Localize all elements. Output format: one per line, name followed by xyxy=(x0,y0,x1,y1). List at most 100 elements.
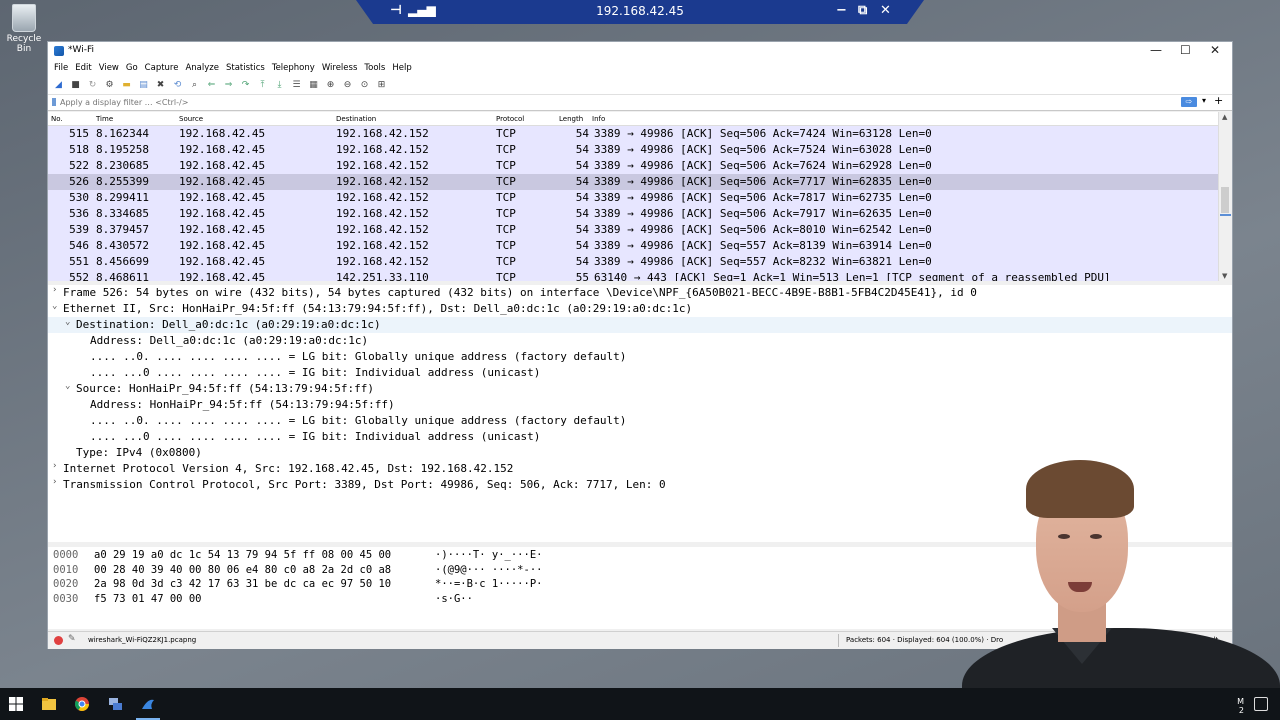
menu-item[interactable]: Telephony xyxy=(272,63,315,73)
packet-row[interactable]: 546 8.430572 192.168.42.45 192.168.42.152 TC… xyxy=(48,238,1232,254)
apply-filter-arrow-icon[interactable]: ⇨ xyxy=(1181,97,1197,107)
packet-cell-time: 8.379457 xyxy=(96,223,149,236)
detail-tree-label: Address: Dell_a0:dc:1c (a0:29:19:a0:dc:1… xyxy=(90,334,369,347)
file-explorer-icon[interactable] xyxy=(33,688,65,720)
hex-bytes: f5 73 01 47 00 00 xyxy=(94,592,202,605)
detail-tree-item[interactable]: .... ..0. .... .... .... .... = LG bit: … xyxy=(48,413,1232,429)
system-tray-clock[interactable]: M 2 xyxy=(1237,697,1244,715)
zoom-in-icon[interactable]: ⊕ xyxy=(325,80,337,91)
column-header-destination[interactable]: Destination xyxy=(336,115,376,123)
column-header-info[interactable]: Info xyxy=(592,115,605,123)
packet-list-scrollbar[interactable]: ▲ ▼ xyxy=(1218,112,1232,281)
open-file-icon[interactable]: ▬ xyxy=(121,80,133,91)
rdp-close-button[interactable]: ✕ xyxy=(880,3,891,18)
packet-cell-dst: 192.168.42.152 xyxy=(336,239,429,252)
packet-row[interactable]: 522 8.230685 192.168.42.45 192.168.42.152 TC… xyxy=(48,158,1232,174)
collapse-arrow-icon[interactable]: ⌄ xyxy=(65,381,70,391)
packet-row[interactable]: 518 8.195258 192.168.42.45 192.168.42.152 TC… xyxy=(48,142,1232,158)
menu-item[interactable]: Capture xyxy=(145,63,179,73)
rdp-restore-button[interactable]: ⧉ xyxy=(858,3,867,18)
detail-tree-item[interactable]: ⌄ Ethernet II, Src: HonHaiPr_94:5f:ff (54… xyxy=(48,301,1232,317)
packet-cell-proto: TCP xyxy=(496,159,516,172)
save-file-icon[interactable]: ▤ xyxy=(138,80,150,91)
detail-tree-item[interactable]: ⌄ Destination: Dell_a0:dc:1c (a0:29:19:a0… xyxy=(48,317,1232,333)
packet-cell-src: 192.168.42.45 xyxy=(179,271,266,281)
detail-tree-item[interactable]: Address: HonHaiPr_94:5f:ff (54:13:79:94:… xyxy=(48,397,1232,413)
display-filter-input[interactable] xyxy=(60,96,1182,108)
detail-tree-item[interactable]: › Frame 526: 54 bytes on wire (432 bits),… xyxy=(48,285,1232,301)
zoom-out-icon[interactable]: ⊖ xyxy=(342,80,354,91)
column-header-no[interactable]: No. xyxy=(51,115,63,123)
scroll-up-icon[interactable]: ▲ xyxy=(1222,113,1227,121)
expand-arrow-icon[interactable]: › xyxy=(52,477,57,487)
close-button[interactable]: ✕ xyxy=(1210,43,1220,57)
menu-item[interactable]: View xyxy=(99,63,119,73)
notification-icon[interactable] xyxy=(1254,697,1268,711)
packet-row[interactable]: 530 8.299411 192.168.42.45 192.168.42.152 TC… xyxy=(48,190,1232,206)
capture-options-icon[interactable]: ⚙ xyxy=(104,80,116,91)
menu-item[interactable]: Tools xyxy=(364,63,385,73)
wireshark-icon[interactable] xyxy=(132,688,164,720)
scroll-thumb[interactable] xyxy=(1221,187,1229,213)
column-header-source[interactable]: Source xyxy=(179,115,203,123)
autoscroll-icon[interactable]: ☰ xyxy=(291,80,303,91)
chrome-icon[interactable] xyxy=(66,688,98,720)
colorize-icon[interactable]: ▦ xyxy=(308,80,320,91)
packet-cell-info: 3389 → 49986 [ACK] Seq=506 Ack=7424 Win=… xyxy=(594,127,932,140)
menu-item[interactable]: Go xyxy=(126,63,138,73)
rdp-minimize-button[interactable]: − xyxy=(836,3,847,18)
maximize-button[interactable]: ☐ xyxy=(1180,43,1191,57)
go-forward-icon[interactable]: ⇒ xyxy=(223,80,235,91)
column-header-length[interactable]: Length xyxy=(559,115,583,123)
recycle-bin[interactable]: Recycle Bin xyxy=(2,4,46,54)
go-back-icon[interactable]: ⇐ xyxy=(206,80,218,91)
restart-capture-icon[interactable]: ↻ xyxy=(87,80,99,91)
detail-tree-item[interactable]: .... ...0 .... .... .... .... = IG bit: … xyxy=(48,365,1232,381)
menu-item[interactable]: Edit xyxy=(75,63,91,73)
go-to-packet-icon[interactable]: ↷ xyxy=(240,80,252,91)
close-file-icon[interactable]: ✖ xyxy=(155,80,167,91)
first-packet-icon[interactable]: ⤒ xyxy=(257,80,269,91)
column-header-protocol[interactable]: Protocol xyxy=(496,115,524,123)
normal-size-icon[interactable]: ⊙ xyxy=(359,80,371,91)
stop-capture-icon[interactable]: ■ xyxy=(70,80,82,91)
packet-cell-no: 552 xyxy=(69,271,89,281)
packet-row[interactable]: 515 8.162344 192.168.42.45 192.168.42.152 TC… xyxy=(48,126,1232,142)
expand-arrow-icon[interactable]: › xyxy=(52,285,57,295)
bookmark-icon[interactable] xyxy=(52,98,56,106)
windows-start-icon[interactable] xyxy=(0,688,32,720)
start-capture-icon[interactable]: ◢ xyxy=(53,80,65,91)
packet-row[interactable]: 539 8.379457 192.168.42.45 192.168.42.152 TC… xyxy=(48,222,1232,238)
menu-item[interactable]: Statistics xyxy=(226,63,265,73)
detail-tree-item[interactable]: .... ..0. .... .... .... .... = LG bit: … xyxy=(48,349,1232,365)
menu-item[interactable]: Help xyxy=(392,63,411,73)
detail-tree-item[interactable]: .... ...0 .... .... .... .... = IG bit: … xyxy=(48,429,1232,445)
add-filter-button-icon[interactable]: + xyxy=(1214,94,1223,107)
packet-cell-info: 3389 → 49986 [ACK] Seq=506 Ack=7817 Win=… xyxy=(594,191,932,204)
edit-comment-icon[interactable]: ✎ xyxy=(68,634,76,644)
menu-item[interactable]: File xyxy=(54,63,68,73)
menu-item[interactable]: Analyze xyxy=(185,63,219,73)
detail-tree-item[interactable]: ⌄ Source: HonHaiPr_94:5f:ff (54:13:79:94:… xyxy=(48,381,1232,397)
minimize-button[interactable]: — xyxy=(1150,43,1162,57)
packet-row[interactable]: 526 8.255399 192.168.42.45 192.168.42.152 TC… xyxy=(48,174,1232,190)
column-header-time[interactable]: Time xyxy=(96,115,113,123)
packet-cell-time: 8.468611 xyxy=(96,271,149,281)
expert-info-icon[interactable] xyxy=(54,636,63,645)
remote-desktop-icon[interactable] xyxy=(99,688,131,720)
collapse-arrow-icon[interactable]: ⌄ xyxy=(65,317,70,327)
reload-file-icon[interactable]: ⟲ xyxy=(172,80,184,91)
resize-columns-icon[interactable]: ⊞ xyxy=(376,80,388,91)
packet-row[interactable]: 536 8.334685 192.168.42.45 192.168.42.152 TC… xyxy=(48,206,1232,222)
collapse-arrow-icon[interactable]: ⌄ xyxy=(52,301,57,311)
packet-row[interactable]: 551 8.456699 192.168.42.45 192.168.42.152 TC… xyxy=(48,254,1232,270)
menu-item[interactable]: Wireless xyxy=(322,63,358,73)
scroll-down-icon[interactable]: ▼ xyxy=(1222,272,1227,280)
find-packet-icon[interactable]: ⌕ xyxy=(189,80,201,91)
packet-list: No. Time Source Destination Protocol Len… xyxy=(48,112,1232,281)
expand-arrow-icon[interactable]: › xyxy=(52,461,57,471)
packet-row[interactable]: 552 8.468611 192.168.42.45 142.251.33.110 TC… xyxy=(48,270,1232,281)
detail-tree-item[interactable]: Address: Dell_a0:dc:1c (a0:29:19:a0:dc:1… xyxy=(48,333,1232,349)
filter-dropdown-icon[interactable]: ▾ xyxy=(1202,96,1206,105)
last-packet-icon[interactable]: ⤓ xyxy=(274,80,286,91)
